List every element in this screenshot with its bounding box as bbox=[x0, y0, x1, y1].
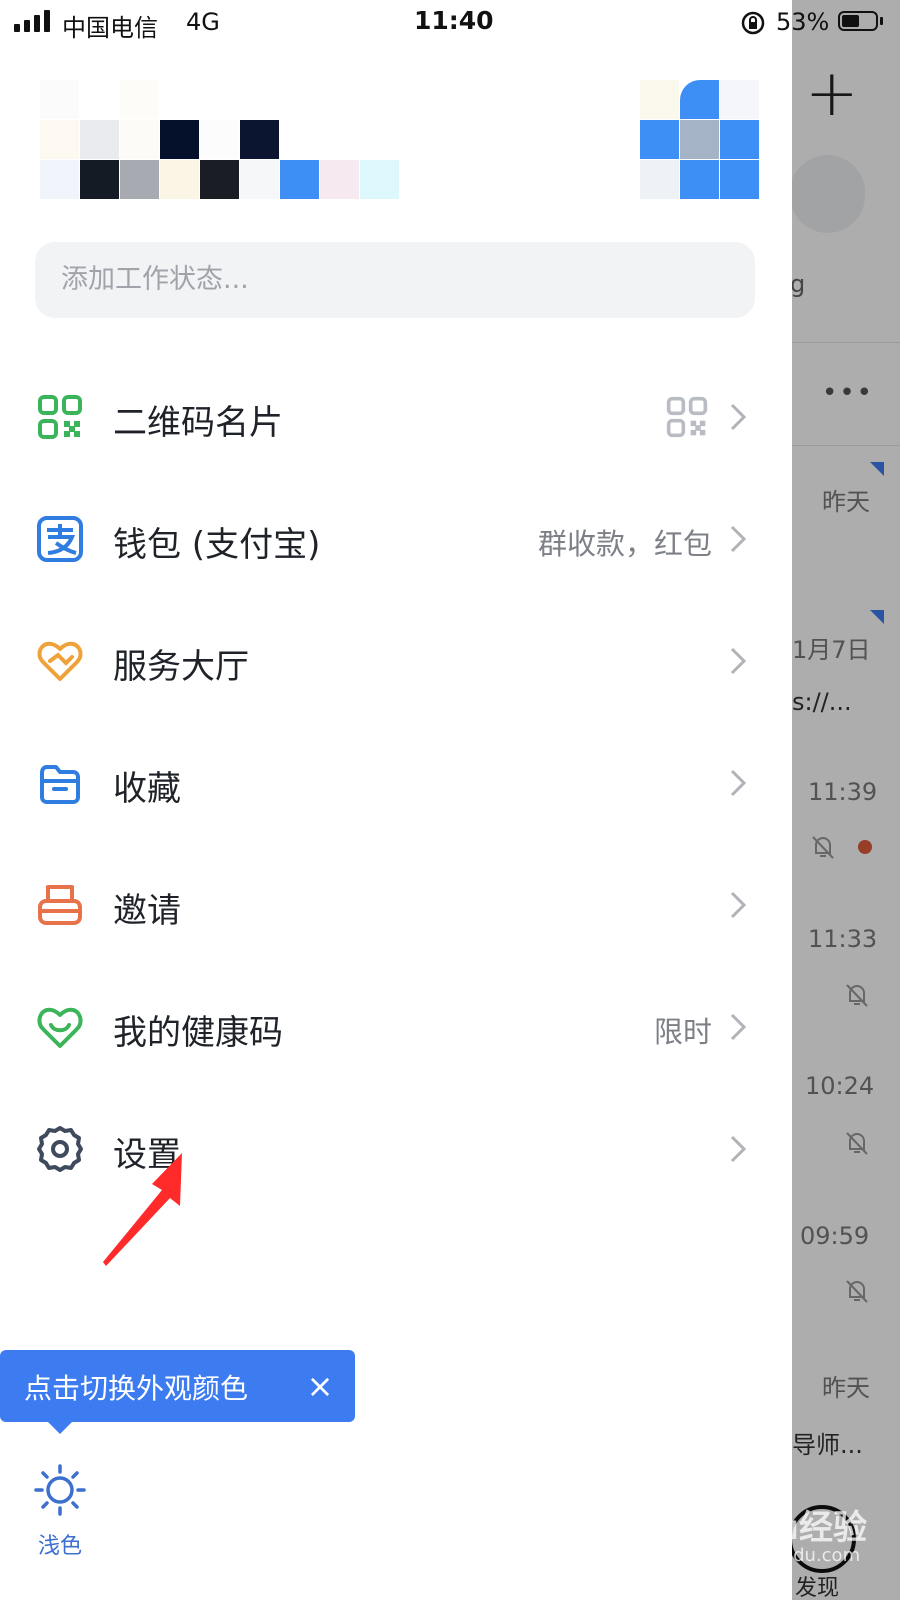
chevron-right-icon bbox=[730, 647, 747, 675]
carrier-name: 中国电信 bbox=[62, 14, 158, 42]
network-type: 4G bbox=[186, 8, 220, 36]
menu-item-extra: 群收款，红包 bbox=[537, 527, 712, 561]
menu-item-service-hall[interactable]: 服务大厅 bbox=[0, 599, 792, 719]
battery-percent: 53% bbox=[776, 8, 830, 36]
menu-item-extra: 限时 bbox=[653, 1015, 712, 1049]
health-code-icon bbox=[37, 1007, 83, 1048]
rotation-lock-icon bbox=[741, 11, 765, 35]
menu-item-invite[interactable]: 邀请 bbox=[0, 843, 792, 963]
menu-item-health-code[interactable]: 我的健康码 限时 bbox=[0, 965, 792, 1085]
chevron-right-icon bbox=[730, 403, 747, 431]
sun-icon bbox=[34, 1464, 86, 1516]
qr-code-icon bbox=[38, 395, 82, 439]
battery-icon bbox=[838, 11, 878, 31]
menu-item-qr-card[interactable]: 二维码名片 bbox=[0, 355, 792, 475]
chevron-right-icon bbox=[730, 891, 747, 919]
theme-label: 浅色 bbox=[37, 1534, 82, 1559]
menu-item-favorites[interactable]: 收藏 bbox=[0, 721, 792, 841]
alipay-icon bbox=[37, 516, 83, 562]
chevron-right-icon bbox=[730, 525, 747, 553]
menu-item-wallet[interactable]: 钱包 (支付宝) 群收款，红包 bbox=[0, 477, 792, 597]
settings-icon bbox=[37, 1126, 83, 1172]
status-bar: 中国电信 4G 11:40 53% bbox=[0, 0, 900, 46]
appearance-tooltip[interactable]: 点击切换外观颜色 × bbox=[0, 1350, 355, 1422]
dim-overlay[interactable] bbox=[792, 0, 900, 1600]
menu-item-label: 邀请 bbox=[113, 891, 181, 931]
clock: 11:40 bbox=[414, 6, 494, 35]
battery-tip bbox=[880, 17, 883, 25]
tooltip-text: 点击切换外观颜色 bbox=[24, 1372, 249, 1405]
service-hall-icon bbox=[37, 641, 83, 681]
chevron-right-icon bbox=[730, 1013, 747, 1041]
menu-item-label: 我的健康码 bbox=[113, 1013, 283, 1053]
invite-icon bbox=[38, 885, 82, 925]
chevron-right-icon bbox=[730, 769, 747, 797]
menu-item-label: 收藏 bbox=[113, 769, 181, 809]
watermark-url: jingyan.baidu.com bbox=[694, 1545, 861, 1566]
side-drawer: 添加工作状态... 二维码名片 钱包 (支付宝) 群收款，红包 服务大厅 收藏 … bbox=[0, 0, 792, 1600]
signal-icon bbox=[14, 10, 50, 32]
favorites-icon bbox=[40, 765, 80, 804]
annotation-arrow bbox=[103, 1153, 182, 1266]
qr-preview-icon bbox=[666, 396, 708, 438]
watermark-logo: Baidu经验 bbox=[690, 1508, 868, 1548]
menu-item-label: 钱包 (支付宝) bbox=[113, 525, 321, 565]
chevron-right-icon bbox=[730, 1135, 747, 1163]
menu-item-label: 二维码名片 bbox=[113, 403, 283, 443]
light-theme-toggle[interactable]: 浅色 bbox=[20, 1460, 100, 1560]
close-icon[interactable]: × bbox=[300, 1366, 340, 1406]
work-status-input[interactable]: 添加工作状态... bbox=[35, 242, 755, 318]
tooltip-pointer bbox=[48, 1422, 72, 1434]
menu-item-label: 服务大厅 bbox=[113, 647, 249, 687]
